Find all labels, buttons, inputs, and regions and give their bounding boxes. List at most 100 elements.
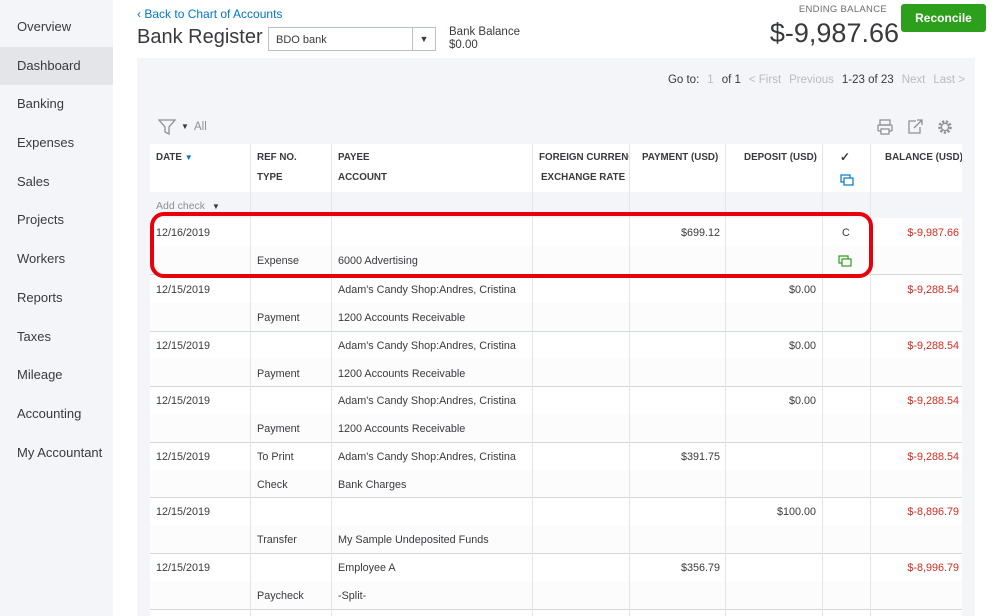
gear-icon[interactable] [936, 118, 954, 136]
table-row[interactable]: 12/15/2019 Adam's Candy Shop:Andres, Cris… [150, 275, 962, 332]
col-reconcile-status[interactable]: ✓ [840, 150, 850, 164]
cell-deposit: $0.00 [788, 395, 816, 408]
col-payee[interactable]: PAYEE [338, 152, 370, 163]
column-divider [822, 144, 823, 616]
account-select[interactable]: BDO bank ▼ [268, 27, 436, 51]
cell-account: 6000 Advertising [338, 255, 418, 267]
cell-balance: $-9,987.66 [907, 227, 959, 239]
back-link[interactable]: ‹ Back to Chart of Accounts [137, 7, 282, 21]
cell-balance: $-9,288.54 [907, 284, 959, 296]
nav-overview[interactable]: Overview [0, 8, 113, 47]
table-row[interactable]: 12/15/2019 Employee A $356.79 $-8,996.79 Pay… [150, 553, 962, 610]
sort-caret-icon: ▼ [184, 153, 193, 162]
caret-down-icon[interactable]: ▼ [412, 28, 435, 50]
nav-accounting[interactable]: Accounting [0, 395, 113, 434]
column-divider [629, 144, 630, 616]
cell-payee: Adam's Candy Shop:Andres, Cristina [338, 450, 516, 463]
table-row[interactable]: 12/16/2019 $699.12 C $-9,987.66 Expense 6000 … [150, 218, 962, 275]
nav-workers[interactable]: Workers [0, 240, 113, 279]
cell-balance: $-9,288.54 [907, 450, 959, 463]
next-page-link[interactable]: Next [902, 74, 926, 86]
cell-ref-no: To Print [257, 450, 294, 463]
cell-date: 12/15/2019 [156, 395, 211, 408]
col-date[interactable]: DATE ▼ [156, 152, 193, 163]
caret-down-icon: ▼ [211, 202, 220, 211]
cell-deposit: $0.00 [788, 339, 816, 352]
back-link-label: Back to Chart of Accounts [144, 7, 283, 21]
col-exchange-rate[interactable]: EXCHANGE RATE [541, 172, 625, 183]
goto-label: Go to: [667, 74, 700, 86]
bank-balance-label: Bank Balance [449, 26, 520, 38]
nav-my-accountant[interactable]: My Accountant [0, 434, 113, 473]
table-row[interactable]: 12/15/2019 $100.00 $-8,896.79 Transfer My Sa… [150, 497, 962, 554]
cell-payee: Adam's Candy Shop:Andres, Cristina [338, 284, 516, 296]
column-divider [725, 144, 726, 616]
nav-expenses[interactable]: Expenses [0, 124, 113, 163]
ending-balance-value: $-9,987.66 [769, 18, 899, 48]
cell-account: 1200 Accounts Receivable [338, 312, 466, 324]
cell-account: -Split- [338, 590, 367, 602]
first-page-link[interactable]: < First [749, 74, 781, 86]
cell-date: 12/15/2019 [156, 450, 211, 463]
table-row[interactable]: 12/15/2019 Adam's Candy Shop:Andres, Cris… [150, 386, 962, 443]
cell-reconcile-status: C [842, 227, 850, 239]
pager: Go to: 1 of 1 < First Previous 1-23 of 2… [668, 74, 965, 86]
page-range: 1-23 of 23 [841, 74, 894, 86]
register-table: ▼ All DATE ▼ REF NO. TYPE PAYEE ACCOUNT … [150, 108, 962, 616]
cell-payment: $356.79 [680, 562, 720, 574]
col-balance[interactable]: BALANCE (USD) [885, 152, 962, 163]
cell-type: Payment [257, 312, 300, 324]
account-select-value: BDO bank [276, 34, 327, 46]
cell-payee: Adam's Candy Shop:Andres, Cristina [338, 339, 516, 352]
filter-value[interactable]: All [194, 121, 207, 133]
add-check-row: Add check ▼ [150, 192, 962, 218]
table-toolbar: ▼ All [150, 108, 962, 144]
nav-mileage[interactable]: Mileage [0, 356, 113, 395]
column-divider [250, 144, 251, 616]
nav-taxes[interactable]: Taxes [0, 318, 113, 357]
caret-down-icon[interactable]: ▼ [181, 122, 189, 131]
add-check-button[interactable]: Add check ▼ [156, 200, 220, 212]
col-account[interactable]: ACCOUNT [338, 172, 387, 183]
column-divider [870, 144, 871, 616]
nav-sales[interactable]: Sales [0, 163, 113, 202]
cell-type: Check [257, 478, 288, 491]
export-icon[interactable] [906, 118, 924, 136]
cell-payment: $391.75 [680, 450, 720, 463]
nav-reports[interactable]: Reports [0, 279, 113, 318]
register-panel: Go to: 1 of 1 < First Previous 1-23 of 2… [137, 58, 975, 616]
nav-dashboard[interactable]: Dashboard [0, 46, 113, 86]
last-page-link[interactable]: Last > [933, 74, 965, 86]
col-type[interactable]: TYPE [257, 172, 283, 183]
table-row[interactable]: 12/15/2019 Adam's Candy Shop:Andres, Cris… [150, 331, 962, 388]
print-icon[interactable] [876, 118, 894, 136]
attachment-copy-icon[interactable] [838, 255, 852, 267]
bank-balance-value: $0.00 [449, 39, 478, 51]
cell-payee: Adam's Candy Shop:Andres, Cristina [338, 395, 516, 408]
col-payment[interactable]: PAYMENT (USD) [642, 152, 718, 163]
cell-balance: $-8,996.79 [907, 562, 959, 574]
goto-page[interactable]: 1 [707, 74, 713, 86]
col-ref-no[interactable]: REF NO. [257, 152, 297, 163]
main-content: ‹ Back to Chart of Accounts Bank Registe… [113, 0, 999, 616]
nav-projects[interactable]: Projects [0, 201, 113, 240]
cell-date: 12/15/2019 [156, 284, 211, 296]
cell-payment: $699.12 [680, 227, 720, 239]
cell-account: Bank Charges [338, 478, 407, 491]
filter-icon[interactable] [158, 119, 176, 135]
col-foreign-currency[interactable]: FOREIGN CURRENCY [539, 152, 630, 163]
cell-balance: $-9,288.54 [907, 395, 959, 408]
cell-account: 1200 Accounts Receivable [338, 423, 466, 436]
cell-date: 12/15/2019 [156, 339, 211, 352]
sidebar: Overview Dashboard Banking Expenses Sale… [0, 0, 113, 616]
table-header: DATE ▼ REF NO. TYPE PAYEE ACCOUNT FOREIG… [150, 144, 962, 193]
table-row[interactable]: 12/15/2019 To Print Adam's Candy Shop:Andr… [150, 442, 962, 499]
page-of: of 1 [721, 74, 741, 86]
col-deposit[interactable]: DEPOSIT (USD) [744, 152, 817, 163]
cell-type: Expense [257, 255, 300, 267]
cell-deposit: $100.00 [776, 506, 816, 519]
cell-balance: $-8,896.79 [907, 506, 959, 519]
nav-banking[interactable]: Banking [0, 85, 113, 124]
reconcile-button[interactable]: Reconcile [901, 4, 986, 32]
previous-page-link[interactable]: Previous [789, 74, 834, 86]
